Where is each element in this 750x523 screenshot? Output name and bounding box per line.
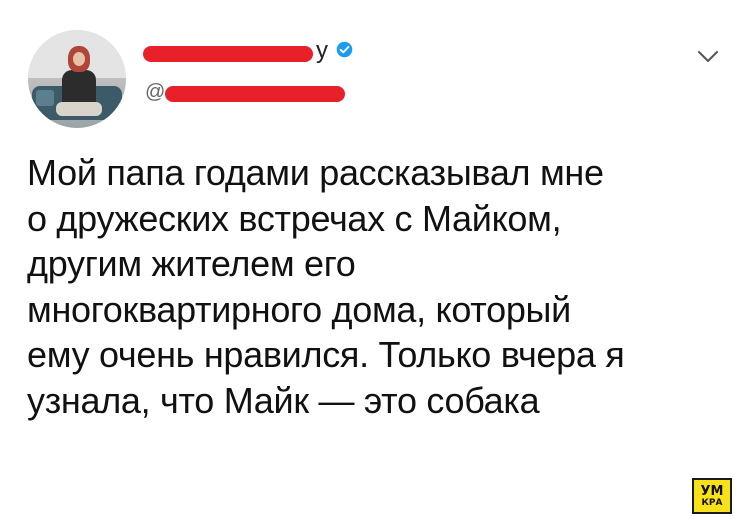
avatar[interactable]	[28, 30, 126, 128]
tweet-line: ему очень нравился. Только вчера я	[27, 334, 625, 375]
handle-prefix: @	[145, 81, 166, 103]
redacted-display-name	[143, 46, 313, 62]
tweet-line: другим жителем его	[27, 243, 356, 284]
watermark-line2: КРА	[701, 497, 723, 508]
verified-badge-icon	[336, 41, 353, 58]
redacted-handle	[165, 86, 345, 102]
avatar-pillow	[36, 90, 54, 106]
chevron-down-icon[interactable]	[697, 50, 719, 64]
avatar-person-face	[73, 52, 85, 66]
watermark-line1: УМ	[700, 483, 724, 499]
avatar-person-legs	[56, 102, 102, 116]
tweet-line: многоквартирного дома, который	[27, 288, 571, 330]
watermark-logo: УМ КРА	[692, 478, 732, 514]
tweet-line: Мой папа годами рассказывал мне	[27, 152, 604, 193]
tweet-text: Мой папа годами рассказывал мне о дружес…	[27, 150, 732, 423]
tweet-line: узнала, что Майк — это собака	[27, 379, 540, 421]
avatar-person-body	[62, 70, 96, 106]
tweet-line: о дружеских встречах с Майком,	[27, 197, 562, 239]
display-name-suffix: y	[316, 37, 328, 64]
